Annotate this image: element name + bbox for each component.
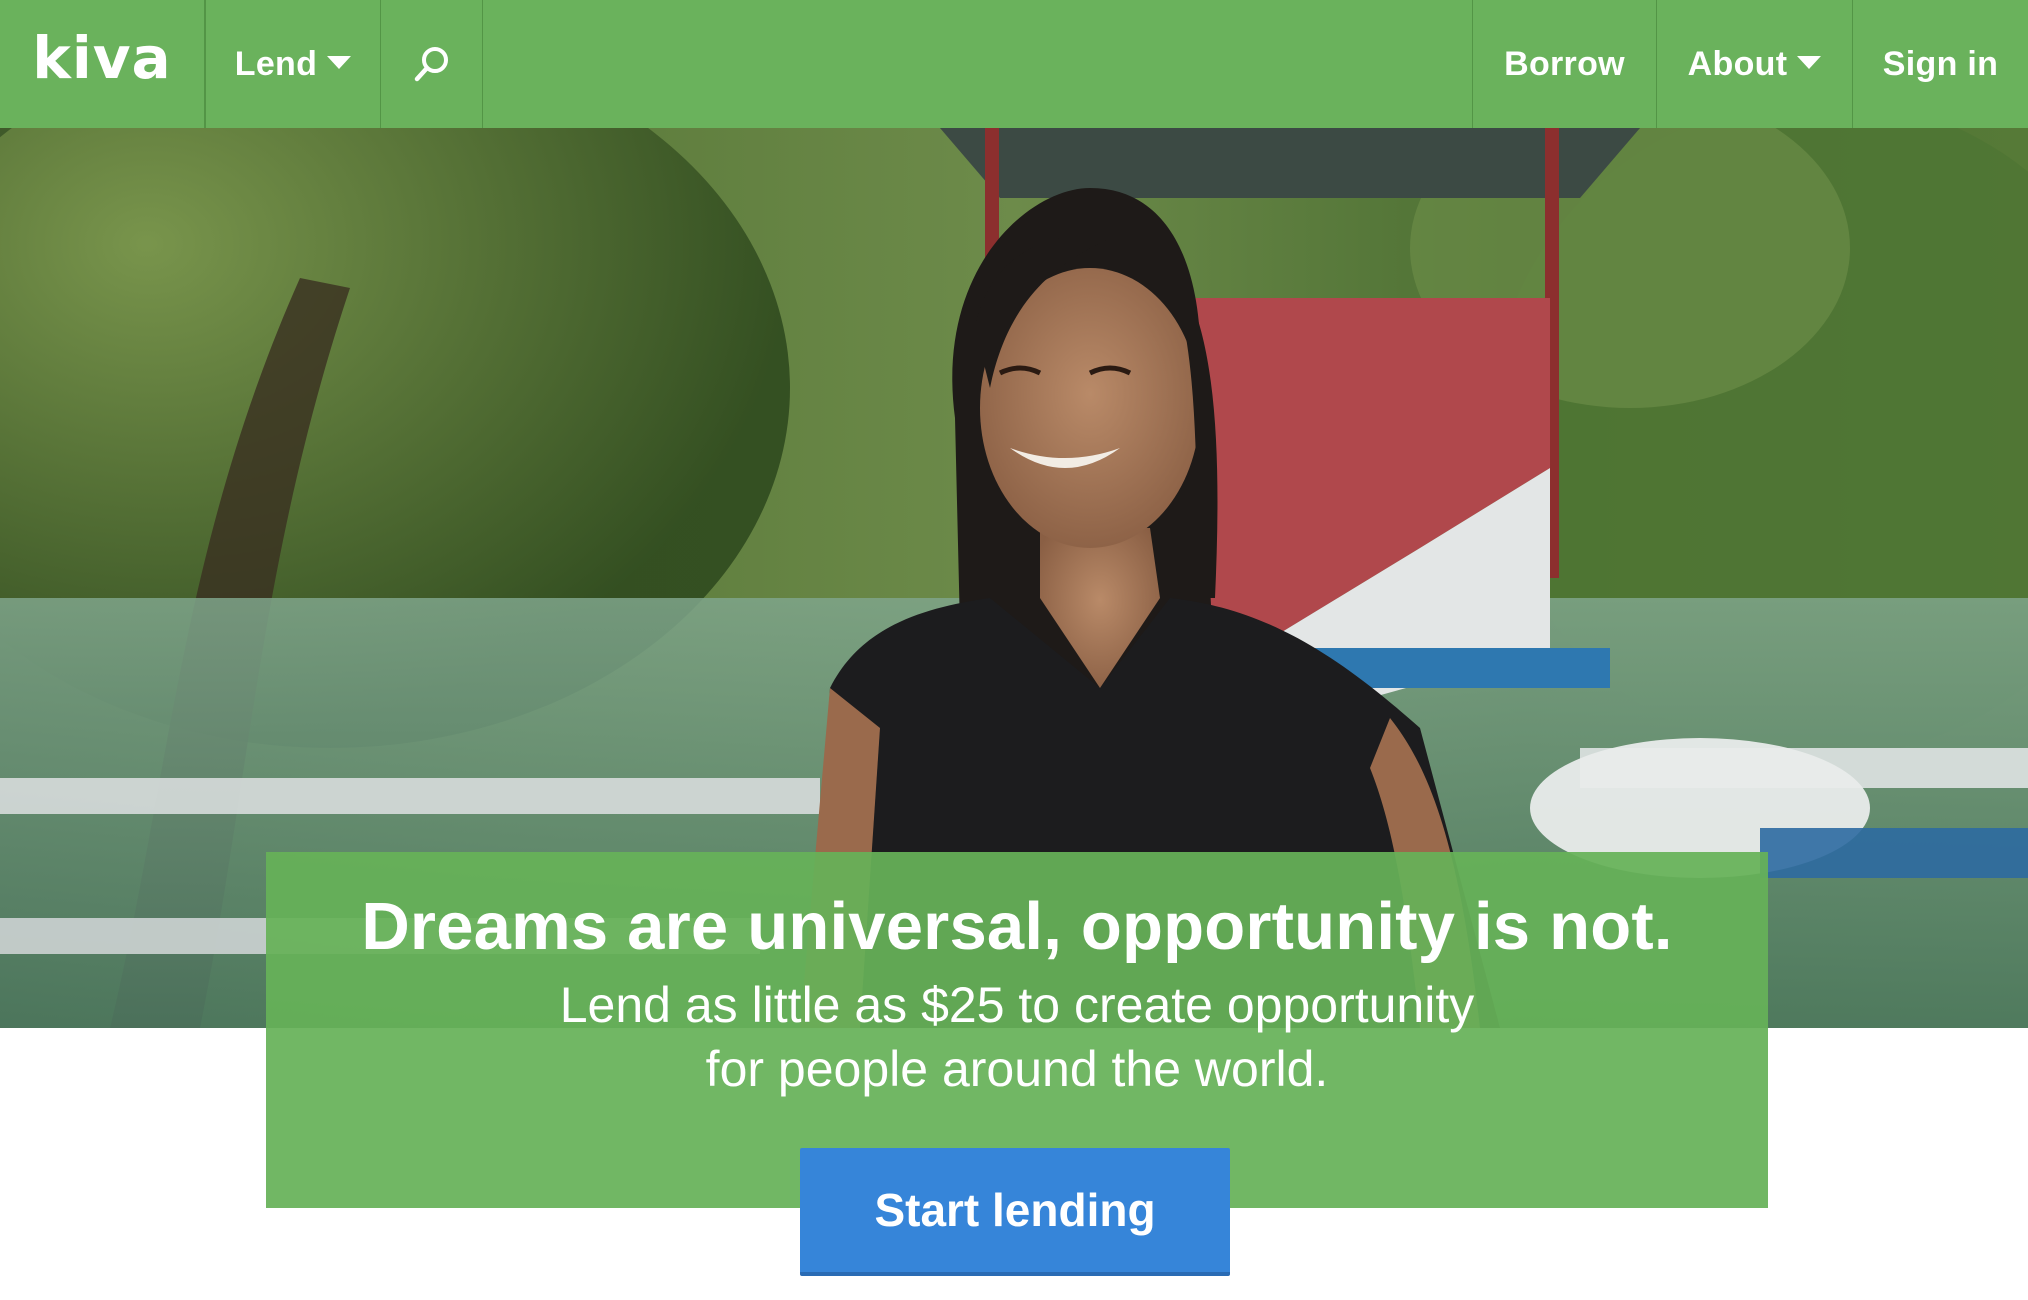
start-lending-button[interactable]: Start lending [800,1148,1230,1276]
top-nav: kiva Lend Borrow About Sign in [0,0,2028,128]
borrow-label: Borrow [1504,44,1625,83]
lend-label: Lend [234,44,318,83]
chevron-down-icon [1797,55,1822,69]
logo-text: kiva [32,24,172,92]
borrow-link[interactable]: Borrow [1472,0,1657,128]
sign-in-link[interactable]: Sign in [1853,0,2028,128]
about-menu[interactable]: About [1657,0,1853,128]
sign-in-label: Sign in [1882,44,1999,83]
hero-headline: Dreams are universal, opportunity is not… [361,889,1673,964]
hero-subheadline-line-2: for people around the world. [705,1041,1329,1097]
search-button[interactable] [381,0,483,128]
hero-subheadline: Lend as little as $25 to create opportun… [266,973,1768,1101]
chevron-down-icon [327,55,352,69]
lend-menu[interactable]: Lend [205,0,381,128]
kiva-logo[interactable]: kiva [0,0,205,128]
search-icon [414,47,448,82]
about-label: About [1687,44,1788,83]
hero-subheadline-line-1: Lend as little as $25 to create opportun… [559,977,1475,1033]
